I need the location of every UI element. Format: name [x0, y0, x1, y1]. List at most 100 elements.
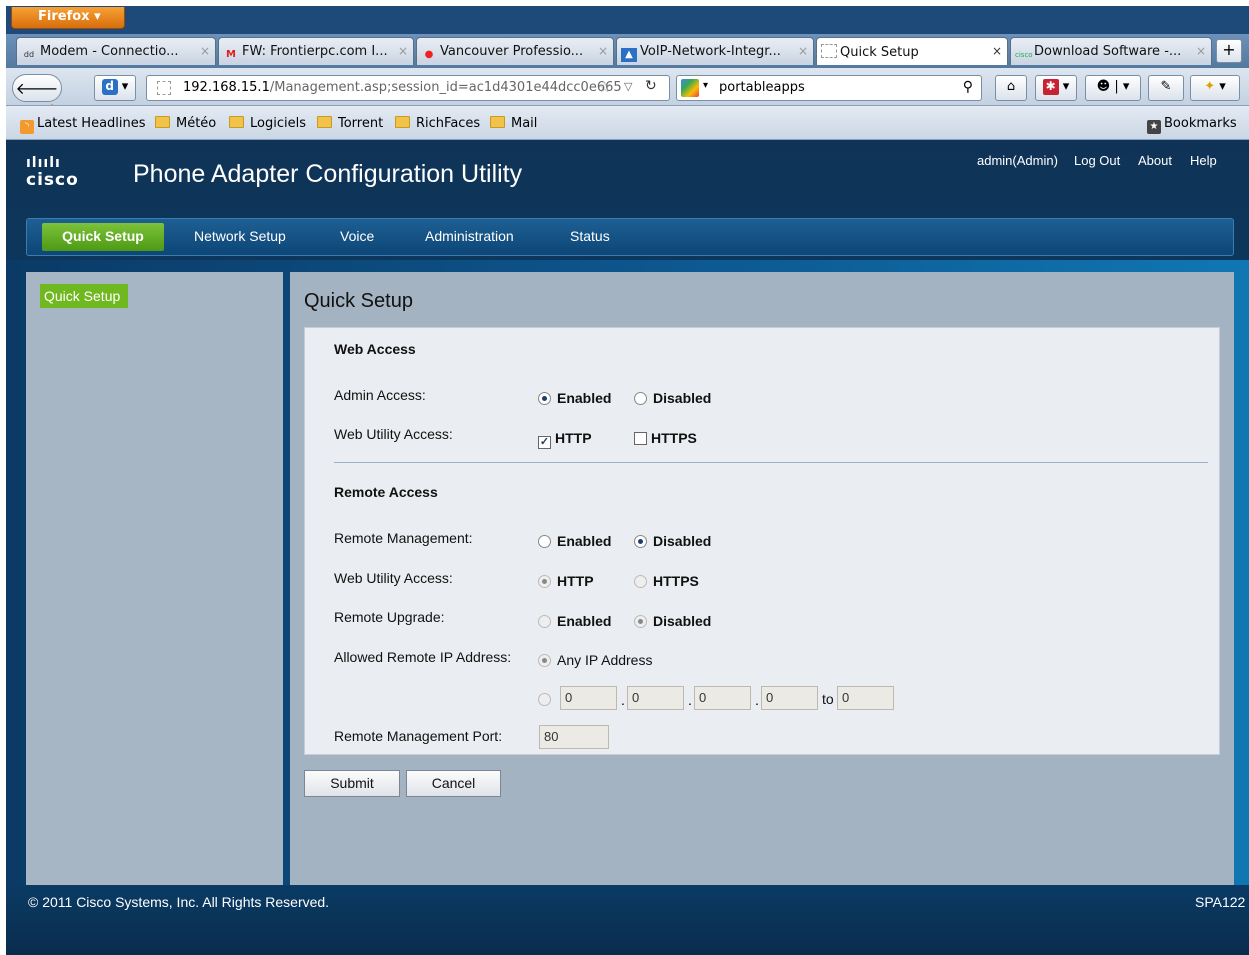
cisco-icon: cisco	[1015, 51, 1033, 59]
close-tab-icon[interactable]: ×	[798, 44, 808, 58]
search-icon[interactable]: ⚲	[963, 79, 973, 95]
addon-button[interactable]: ✱ ▾	[1035, 75, 1077, 101]
close-tab-icon[interactable]: ×	[598, 44, 608, 58]
checkbox-checked-icon[interactable]: ✓	[538, 436, 551, 449]
cisco-bars-icon: ılıılı	[26, 155, 61, 171]
remote-management-port-input[interactable]: 80	[539, 725, 609, 749]
addon-dropdown-button[interactable]: d ▾	[94, 75, 136, 101]
submit-button[interactable]: Submit	[304, 770, 400, 797]
ip-range-radio[interactable]	[538, 693, 551, 706]
rss-icon: ◝	[20, 120, 34, 134]
about-link[interactable]: About	[1138, 153, 1172, 168]
remote-upgrade-disabled-radio[interactable]: Disabled	[634, 613, 711, 629]
ip-range-end-input[interactable]: 0	[837, 686, 894, 710]
folder-icon	[395, 116, 410, 128]
radio-selected-icon[interactable]	[538, 392, 551, 405]
bookmark-folder-mail[interactable]: Mail	[490, 116, 537, 131]
greasemonkey-button[interactable]: ☻ | ▾	[1085, 75, 1141, 101]
radio-icon[interactable]	[538, 535, 551, 548]
reload-icon[interactable]: ↻	[645, 78, 657, 94]
remote-upgrade-label: Remote Upgrade:	[334, 609, 445, 625]
admin-access-label: Admin Access:	[334, 387, 426, 403]
ip-octet-2-input[interactable]: 0	[627, 686, 684, 710]
radio-disabled-selected-icon[interactable]	[538, 654, 551, 667]
back-arrow-icon[interactable]: 🡐	[16, 79, 59, 98]
page-title: Quick Setup	[304, 290, 413, 312]
address-bar[interactable]: 192.168.15.1/Management.asp;session_id=a…	[146, 75, 670, 101]
section-divider	[334, 462, 1208, 463]
search-input[interactable]: ▾ portableapps ⚲	[676, 75, 982, 101]
close-tab-icon[interactable]: ×	[992, 44, 1002, 58]
logout-link[interactable]: Log Out	[1074, 153, 1120, 168]
bookmark-latest-headlines[interactable]: ◝ Latest Headlines	[20, 116, 146, 134]
folder-icon	[490, 116, 505, 128]
remote-web-utility-label: Web Utility Access:	[334, 570, 453, 586]
sparkle-icon: ✦	[1204, 79, 1216, 94]
menu-status[interactable]: Status	[570, 228, 610, 244]
copyright-text: © 2011 Cisco Systems, Inc. All Rights Re…	[28, 894, 330, 910]
sidebar-item-quick-setup[interactable]: Quick Setup	[40, 284, 128, 308]
remote-management-disabled-radio[interactable]: Disabled	[634, 533, 711, 549]
history-dropdown-icon[interactable]: ▽	[624, 80, 632, 93]
bookmark-folder-meteo[interactable]: Météo	[155, 116, 216, 131]
vancouver-icon: ●	[424, 49, 434, 60]
browser-tab-active[interactable]: Quick Setup ×	[816, 37, 1008, 65]
remote-management-enabled-radio[interactable]: Enabled	[538, 533, 611, 549]
addon-star-button[interactable]: ✦ ▾	[1190, 75, 1240, 101]
new-tab-button[interactable]: +	[1216, 39, 1242, 63]
radio-disabled-icon[interactable]	[634, 575, 647, 588]
menu-voice[interactable]: Voice	[340, 228, 374, 244]
search-engine-dropdown-icon[interactable]: ▾	[703, 80, 708, 91]
admin-access-enabled-radio[interactable]: Enabled	[538, 390, 611, 406]
menu-administration[interactable]: Administration	[425, 228, 514, 244]
cancel-button[interactable]: Cancel	[406, 770, 501, 797]
ip-octet-4-input[interactable]: 0	[761, 686, 818, 710]
folder-icon	[155, 116, 170, 128]
checkbox-icon[interactable]	[634, 432, 647, 445]
bookmarks-menu-button[interactable]: ★ Bookmarks	[1147, 116, 1237, 134]
browser-tab[interactable]: ▲ VoIP-Network-Integr... ×	[616, 37, 814, 65]
bookmark-folder-richfaces[interactable]: RichFaces	[395, 116, 480, 131]
menu-network-setup[interactable]: Network Setup	[194, 228, 286, 244]
ddwrt-icon: dd	[23, 50, 35, 59]
radio-selected-icon[interactable]	[634, 535, 647, 548]
radio-disabled-selected-icon[interactable]	[634, 615, 647, 628]
addon-d-icon: d	[101, 79, 118, 95]
radio-disabled-icon[interactable]	[538, 615, 551, 628]
back-forward-button[interactable]: 🡐 🡒	[12, 74, 62, 118]
close-tab-icon[interactable]: ×	[1196, 44, 1206, 58]
bookmark-folder-torrent[interactable]: Torrent	[317, 116, 383, 131]
help-link[interactable]: Help	[1190, 153, 1217, 168]
ip-octet-3-input[interactable]: 0	[694, 686, 751, 710]
browser-tab[interactable]: M FW: Frontierpc.com I... ×	[218, 37, 414, 65]
close-tab-icon[interactable]: ×	[200, 44, 210, 58]
remote-https-radio[interactable]: HTTPS	[634, 573, 699, 589]
site-identity-icon[interactable]	[157, 81, 171, 95]
ip-octet-1-input[interactable]: 0	[560, 686, 617, 710]
browser-tab[interactable]: dd Modem - Connectio... ×	[16, 37, 216, 65]
web-utility-http-checkbox[interactable]: ✓ HTTP	[538, 430, 592, 449]
browser-tab[interactable]: ● Vancouver Professio... ×	[416, 37, 614, 65]
browser-tab[interactable]: ciscoDownload Software -... ×	[1010, 37, 1212, 65]
web-utility-access-label: Web Utility Access:	[334, 426, 453, 442]
web-utility-https-checkbox[interactable]: HTTPS	[634, 430, 697, 446]
firefox-menu-button[interactable]: Firefox ▾	[11, 7, 125, 29]
close-tab-icon[interactable]: ×	[398, 44, 408, 58]
remote-http-radio[interactable]: HTTP	[538, 573, 594, 589]
tab-strip: dd Modem - Connectio... × M FW: Frontierpc.…	[6, 34, 1249, 68]
home-icon: ⌂	[1006, 79, 1016, 94]
menu-quick-setup[interactable]: Quick Setup	[42, 223, 164, 251]
radio-icon[interactable]	[634, 392, 647, 405]
bookmark-star-icon[interactable]: ☆	[598, 78, 611, 96]
remote-upgrade-enabled-radio[interactable]: Enabled	[538, 613, 611, 629]
bookmark-folder-logiciels[interactable]: Logiciels	[229, 116, 306, 131]
admin-access-disabled-radio[interactable]: Disabled	[634, 390, 711, 406]
home-button[interactable]: ⌂	[995, 75, 1027, 101]
folder-icon	[317, 116, 332, 128]
addon-tag-button[interactable]: ✎	[1148, 75, 1184, 101]
any-ip-address-radio[interactable]: Any IP Address	[538, 652, 652, 668]
radio-disabled-selected-icon[interactable]	[538, 575, 551, 588]
google-icon[interactable]	[681, 79, 699, 97]
bookmarks-star-icon: ★	[1147, 120, 1161, 134]
window-titlebar	[6, 6, 1249, 34]
